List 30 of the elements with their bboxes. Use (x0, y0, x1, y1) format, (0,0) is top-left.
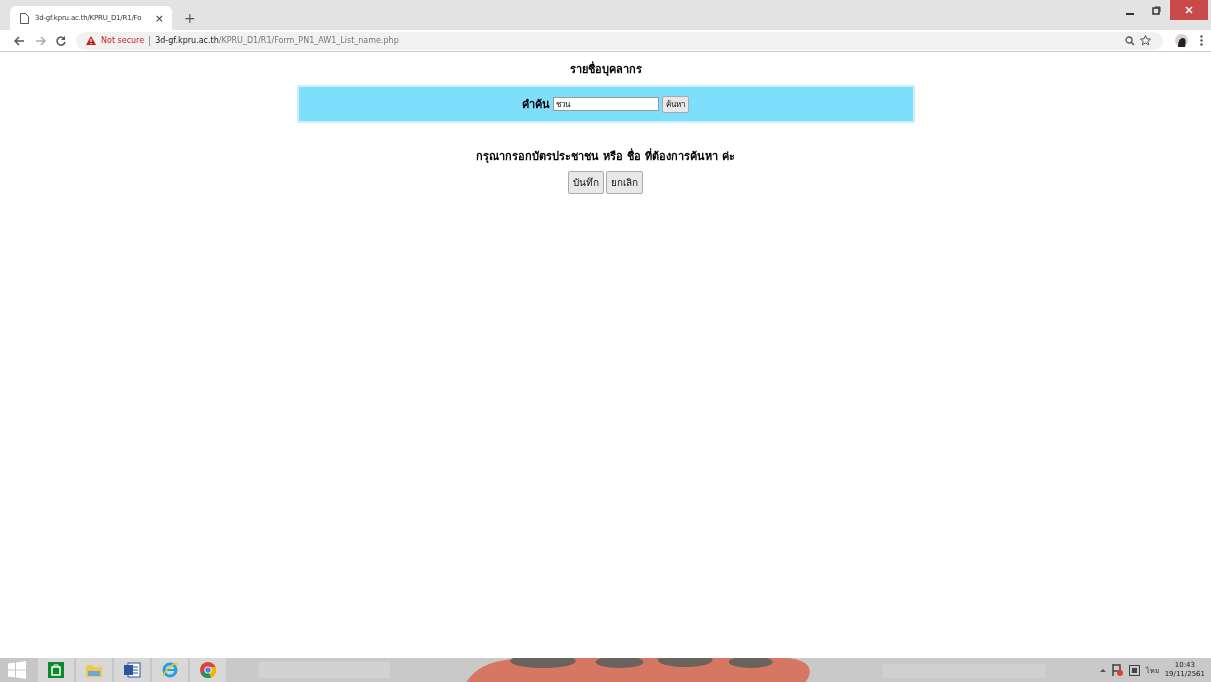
save-button[interactable]: บันทึก (568, 171, 604, 194)
page-icon (20, 12, 29, 24)
new-tab-button[interactable]: + (184, 10, 196, 26)
search-field[interactable]: ชวน (553, 97, 659, 111)
search-button[interactable]: ค้นหา (662, 95, 689, 113)
warning-icon (86, 36, 96, 45)
search-label: คำค้น (522, 97, 550, 113)
zoom-icon[interactable] (1125, 35, 1135, 46)
avatar-icon[interactable] (1175, 34, 1188, 47)
flag-icon[interactable] (1111, 664, 1123, 676)
url-text: 3d-gf.kpru.ac.th/KPRU_D1/R1/Form_PN1_AW1_List_name.php (155, 36, 399, 45)
minimize-icon[interactable] (1126, 12, 1134, 15)
store-icon[interactable] (47, 661, 65, 679)
chrome-icon[interactable] (199, 661, 217, 679)
chevron-up-icon[interactable] (1099, 668, 1106, 672)
star-icon[interactable] (1140, 35, 1151, 46)
cancel-button[interactable]: ยกเลิก (606, 171, 643, 194)
back-icon[interactable] (14, 35, 25, 46)
windows-start-icon[interactable] (8, 661, 26, 679)
page-title: รายชื่อบุคลากร (569, 60, 642, 78)
network-icon[interactable] (1128, 664, 1140, 676)
close-tab-button[interactable]: × (154, 11, 164, 25)
instruction-text: กรุณากรอกบัตรประชาชน หรือ ชื่อ ที่ต้องการค้นหา ค่ะ (476, 147, 735, 165)
menu-icon[interactable] (1200, 35, 1203, 46)
reload-icon[interactable] (56, 35, 66, 46)
close-icon (1185, 6, 1193, 14)
document-icon[interactable] (123, 661, 141, 679)
address-bar[interactable]: Not secure 3d-gf.kpru.ac.th/KPRU_D1/R1/Form_PN1_AW1_List_name.php (76, 31, 1163, 50)
restore-icon[interactable] (1152, 6, 1161, 15)
security-label: Not secure (101, 36, 145, 45)
